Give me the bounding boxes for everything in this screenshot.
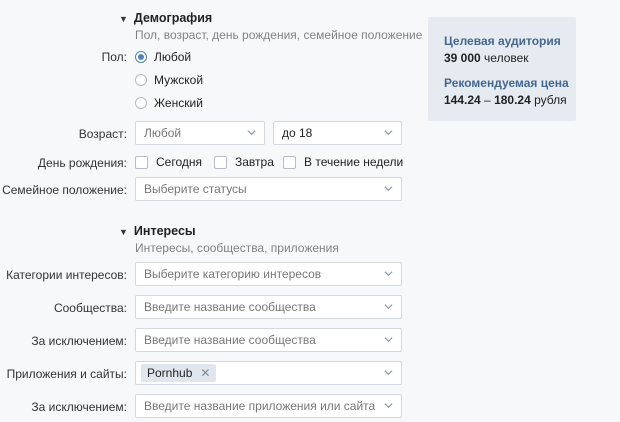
collapse-triangle-icon: ▼	[119, 227, 128, 237]
radio-checked-icon	[135, 51, 147, 63]
chevron-down-icon	[384, 337, 393, 343]
gender-radio-any[interactable]: Любой	[135, 50, 191, 64]
communities-label: Сообщества:	[53, 301, 127, 315]
apps-exclude-input[interactable]: Введите название приложения или сайта	[135, 394, 402, 418]
demography-section-title[interactable]: ▼ Демография	[119, 11, 212, 25]
birthday-label: День рождения:	[37, 156, 127, 170]
chevron-down-icon	[384, 130, 393, 136]
apps-exclude-label: За исключением:	[31, 400, 127, 414]
birthday-week-checkbox[interactable]: В течение недели	[283, 155, 403, 169]
price-range: 144.24 – 180.24 рубля	[444, 93, 567, 107]
audience-title: Целевая аудитория	[444, 34, 561, 48]
age-from-select[interactable]: Любой	[135, 121, 265, 145]
audience-panel: Целевая аудитория 39 000 человек Рекомен…	[428, 17, 576, 121]
radio-unchecked-icon	[135, 97, 147, 109]
gender-label: Пол:	[101, 50, 127, 64]
apps-sites-input[interactable]: Pornhub ✕	[135, 361, 402, 385]
interest-categories-select[interactable]: Выберите категорию интересов	[135, 262, 402, 286]
gender-radio-male[interactable]: Мужской	[135, 73, 203, 87]
audience-count: 39 000 человек	[444, 51, 529, 65]
checkbox-icon	[135, 155, 148, 169]
checkbox-icon	[214, 155, 227, 169]
age-to-select[interactable]: до 18	[273, 121, 402, 145]
categories-label: Категории интересов:	[6, 268, 127, 282]
marital-label: Семейное положение:	[2, 183, 127, 197]
price-title: Рекомендуемая цена	[444, 76, 569, 90]
chevron-down-icon	[384, 271, 393, 277]
communities-exclude-label: За исключением:	[31, 334, 127, 348]
chevron-down-icon	[247, 130, 256, 136]
interests-section-title[interactable]: ▼ Интересы	[119, 224, 196, 238]
communities-exclude-input[interactable]: Введите название сообщества	[135, 328, 402, 352]
demography-subtitle: Пол, возраст, день рождения, семейное по…	[135, 28, 423, 42]
apps-label: Приложения и сайты:	[6, 367, 127, 381]
age-label: Возраст:	[78, 127, 127, 141]
collapse-triangle-icon: ▼	[119, 14, 128, 24]
birthday-tomorrow-checkbox[interactable]: Завтра	[214, 155, 274, 169]
birthday-today-checkbox[interactable]: Сегодня	[135, 155, 202, 169]
radio-unchecked-icon	[135, 74, 147, 86]
gender-radio-female[interactable]: Женский	[135, 96, 203, 110]
checkbox-icon	[283, 155, 296, 169]
remove-token-icon[interactable]: ✕	[200, 366, 210, 380]
communities-input[interactable]: Введите название сообщества	[135, 295, 402, 319]
chevron-down-icon	[384, 186, 393, 192]
chevron-down-icon	[384, 370, 393, 376]
interests-subtitle: Интересы, сообщества, приложения	[135, 241, 339, 255]
chevron-down-icon	[384, 304, 393, 310]
chevron-down-icon	[384, 403, 393, 409]
marital-status-select[interactable]: Выберите статусы	[135, 177, 402, 201]
app-token: Pornhub ✕	[141, 364, 217, 382]
